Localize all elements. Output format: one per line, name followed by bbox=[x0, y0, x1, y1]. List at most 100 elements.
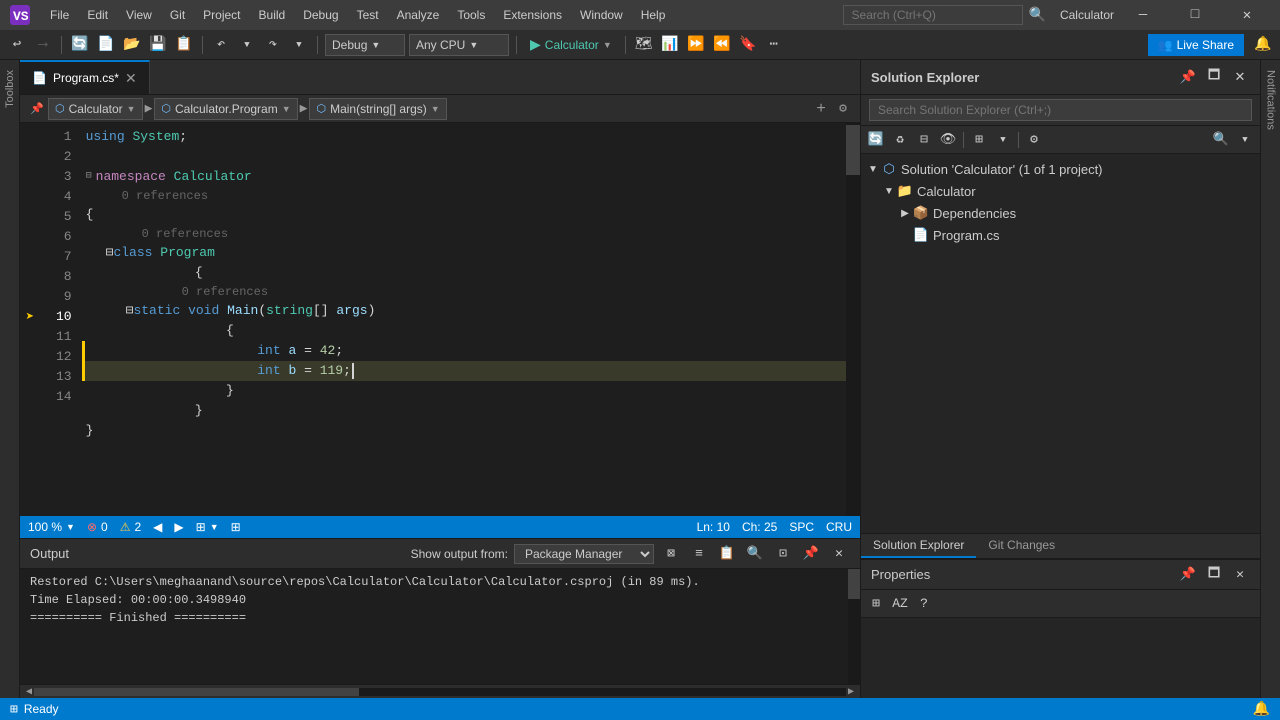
menu-edit[interactable]: Edit bbox=[79, 6, 116, 24]
prop-maximize-button[interactable]: 🗖 bbox=[1204, 565, 1224, 585]
prop-alpha-button[interactable]: AZ bbox=[889, 593, 911, 615]
prop-help-button[interactable]: ? bbox=[913, 593, 935, 615]
output-clear-button[interactable]: ⊠ bbox=[660, 543, 682, 565]
tree-program-cs[interactable]: 📄 Program.cs bbox=[861, 224, 1260, 246]
sol-filter-chevron[interactable]: ▼ bbox=[992, 129, 1014, 151]
tab-program-cs[interactable]: 📄 Program.cs* ✕ bbox=[20, 60, 150, 94]
nav-forward-button[interactable]: ⏩ bbox=[685, 34, 707, 56]
forward-button[interactable]: ⭢ bbox=[32, 34, 54, 56]
solution-search-input[interactable] bbox=[869, 99, 1252, 121]
output-vscrollbar[interactable] bbox=[848, 569, 860, 684]
sol-sync-button[interactable]: 🔄 bbox=[865, 129, 887, 151]
tree-project[interactable]: ▼ 📁 Calculator bbox=[861, 180, 1260, 202]
save-button[interactable]: 💾 bbox=[147, 34, 169, 56]
error-status[interactable]: ⊗ 0 bbox=[87, 520, 108, 534]
liveshare-button[interactable]: 👥 Live Share bbox=[1148, 34, 1244, 56]
menu-extensions[interactable]: Extensions bbox=[495, 6, 570, 24]
tab-close-button[interactable]: ✕ bbox=[125, 70, 137, 87]
line-status[interactable]: Ln: 10 bbox=[697, 520, 730, 534]
tree-solution[interactable]: ▼ ⬡ Solution 'Calculator' (1 of 1 projec… bbox=[861, 158, 1260, 180]
pin-button[interactable]: 📌 bbox=[26, 98, 48, 120]
output-find-button[interactable]: 🔍 bbox=[744, 543, 766, 565]
maximize-button[interactable]: □ bbox=[1172, 0, 1218, 30]
undo-dropdown[interactable]: ▼ bbox=[236, 34, 258, 56]
menu-test[interactable]: Test bbox=[349, 6, 387, 24]
zoom-status[interactable]: 100 % ▼ bbox=[28, 520, 75, 534]
nav-next-status[interactable]: ▶ bbox=[174, 520, 183, 534]
prop-categories-button[interactable]: ⊞ bbox=[865, 593, 887, 615]
more-button[interactable]: ⋯ bbox=[763, 34, 785, 56]
output-close-button[interactable]: ✕ bbox=[828, 543, 850, 565]
tab-solution-explorer[interactable]: Solution Explorer bbox=[861, 534, 976, 558]
redo-button[interactable]: ↷ bbox=[262, 34, 284, 56]
col-status[interactable]: Ch: 25 bbox=[742, 520, 777, 534]
fold-marker-3[interactable]: ⊟ bbox=[86, 167, 92, 187]
minimize-button[interactable]: — bbox=[1120, 0, 1166, 30]
sol-view-button[interactable]: 👁 bbox=[937, 129, 959, 151]
open-button[interactable]: 📂 bbox=[121, 34, 143, 56]
solution-expand-icon[interactable]: ▼ bbox=[865, 161, 881, 177]
encoding-status[interactable]: CRU bbox=[826, 520, 852, 534]
notification-bell-icon[interactable]: 🔔 bbox=[1253, 701, 1270, 718]
nav-back-button[interactable]: ⏪ bbox=[711, 34, 733, 56]
menu-window[interactable]: Window bbox=[572, 6, 631, 24]
notifications-button[interactable]: 🔔 bbox=[1252, 34, 1274, 56]
close-panel-button[interactable]: ✕ bbox=[1230, 67, 1250, 87]
sol-refresh-button[interactable]: ♻ bbox=[889, 129, 911, 151]
close-button[interactable]: ✕ bbox=[1224, 0, 1270, 30]
code-content[interactable]: using System; ⊟ namespace Calculator 0 r… bbox=[82, 123, 846, 516]
cpu-target-dropdown[interactable]: Any CPU ▼ bbox=[409, 34, 509, 56]
sol-settings-button[interactable]: ⚙ bbox=[1023, 129, 1045, 151]
menu-build[interactable]: Build bbox=[251, 6, 294, 24]
code-vscroll[interactable] bbox=[846, 123, 860, 516]
breadcrumb-method[interactable]: ⬡ Main(string[] args) ▼ bbox=[309, 98, 446, 120]
scroll-left-button[interactable]: ◀ bbox=[24, 686, 34, 698]
sol-filter-button[interactable]: ⊞ bbox=[968, 129, 990, 151]
output-float-button[interactable]: ⊡ bbox=[772, 543, 794, 565]
refresh-button[interactable]: 🔄 bbox=[69, 34, 91, 56]
menu-help[interactable]: Help bbox=[633, 6, 674, 24]
sol-search-button[interactable]: 🔍 bbox=[1210, 129, 1232, 151]
sol-collapse-button[interactable]: ⊟ bbox=[913, 129, 935, 151]
new-file-button[interactable]: 📄 bbox=[95, 34, 117, 56]
start-button[interactable]: ▶ Calculator ▼ bbox=[524, 34, 618, 55]
menu-file[interactable]: File bbox=[42, 6, 77, 24]
menu-view[interactable]: View bbox=[118, 6, 160, 24]
prop-pin-button[interactable]: 📌 bbox=[1178, 565, 1198, 585]
code-map-button[interactable]: 🗺 bbox=[633, 34, 655, 56]
back-button[interactable]: ↩ bbox=[6, 34, 28, 56]
dep-expand-icon[interactable]: ▶ bbox=[897, 205, 913, 221]
redo-dropdown[interactable]: ▼ bbox=[288, 34, 310, 56]
debug-mode-dropdown[interactable]: Debug ▼ bbox=[325, 34, 405, 56]
project-expand-icon[interactable]: ▼ bbox=[881, 183, 897, 199]
menu-git[interactable]: Git bbox=[162, 6, 193, 24]
sol-search-chevron[interactable]: ▼ bbox=[1234, 129, 1256, 151]
warning-status[interactable]: ⚠ 2 bbox=[120, 520, 141, 534]
maximize-panel-button[interactable]: 🗖 bbox=[1204, 67, 1224, 87]
output-wrap-button[interactable]: ≡ bbox=[688, 543, 710, 565]
menu-tools[interactable]: Tools bbox=[449, 6, 493, 24]
tree-dependencies[interactable]: ▶ 📦 Dependencies bbox=[861, 202, 1260, 224]
undo-button[interactable]: ↶ bbox=[210, 34, 232, 56]
editor-settings-button[interactable]: ⚙ bbox=[832, 98, 854, 120]
add-tab-button[interactable]: + bbox=[810, 98, 832, 120]
prop-close-button[interactable]: ✕ bbox=[1230, 565, 1250, 585]
nav-prev-status[interactable]: ◀ bbox=[153, 520, 162, 534]
menu-analyze[interactable]: Analyze bbox=[389, 6, 448, 24]
output-hscrollbar[interactable] bbox=[34, 688, 846, 696]
menu-project[interactable]: Project bbox=[195, 6, 248, 24]
output-copy-button[interactable]: 📋 bbox=[716, 543, 738, 565]
scroll-right-button[interactable]: ▶ bbox=[846, 686, 856, 698]
output-pin-button[interactable]: 📌 bbox=[800, 543, 822, 565]
breadcrumb-type[interactable]: ⬡ Calculator.Program ▼ bbox=[154, 98, 297, 120]
menu-debug[interactable]: Debug bbox=[295, 6, 346, 24]
format-status[interactable]: ⊞ ▼ bbox=[196, 520, 219, 534]
global-search-input[interactable] bbox=[843, 5, 1023, 25]
spaces-status[interactable]: SPC bbox=[789, 520, 814, 534]
bookmark-button[interactable]: 🔖 bbox=[737, 34, 759, 56]
breadcrumb-class[interactable]: ⬡ Calculator ▼ bbox=[48, 98, 143, 120]
tab-git-changes[interactable]: Git Changes bbox=[976, 534, 1067, 558]
diagnostics-button[interactable]: 📊 bbox=[659, 34, 681, 56]
pin-panel-button[interactable]: 📌 bbox=[1178, 67, 1198, 87]
save-all-button[interactable]: 📋 bbox=[173, 34, 195, 56]
